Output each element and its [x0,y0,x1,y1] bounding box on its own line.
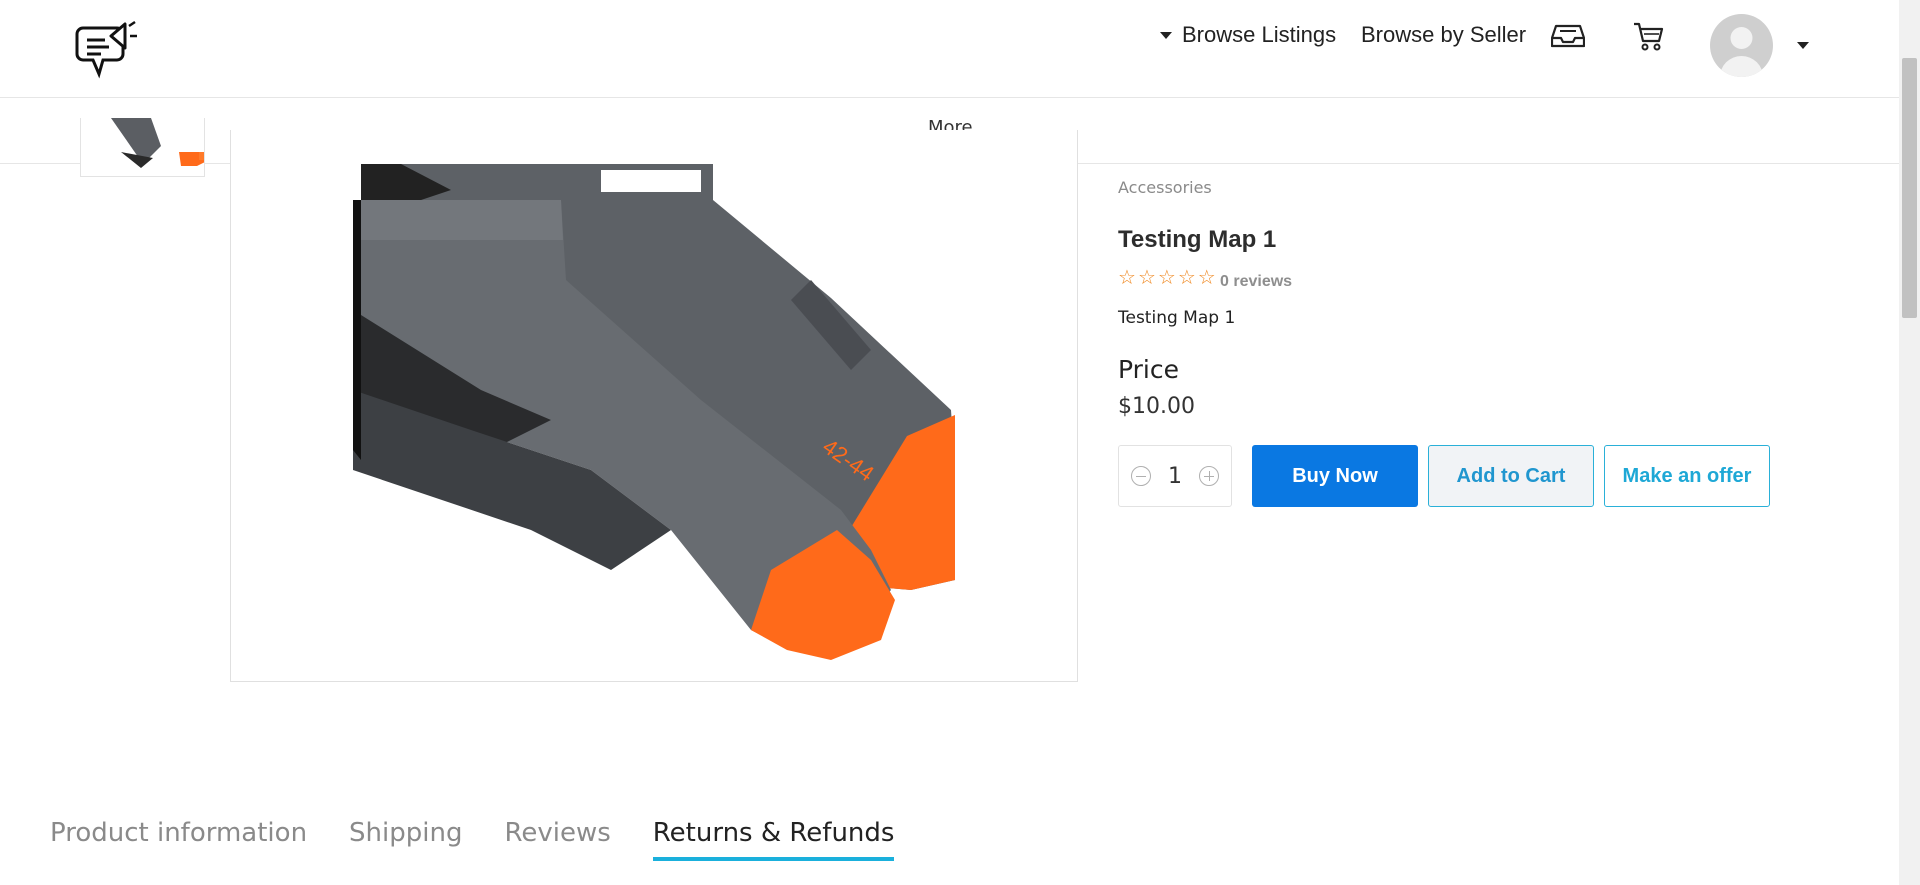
tab-reviews[interactable]: Reviews [504,818,610,858]
price-label: Price [1118,355,1179,384]
increase-quantity-button[interactable] [1199,466,1219,486]
caret-down-icon [1160,31,1172,39]
browse-by-seller-link[interactable]: Browse by Seller [1361,20,1526,50]
star-icon: ☆ [1118,267,1136,289]
inbox-icon[interactable] [1551,22,1585,50]
product-tabs: Product information Shipping Reviews Ret… [50,818,894,861]
reviews-count[interactable]: 0 reviews [1220,273,1292,291]
product-description: Testing Map 1 [1118,308,1236,328]
star-icon: ☆ [1177,267,1196,289]
star-icon: ☆ [1137,267,1156,289]
cart-icon[interactable] [1632,20,1664,52]
logo[interactable] [75,16,139,82]
rating-stars: ☆ ☆ ☆ ☆ ☆ [1118,268,1216,288]
tab-shipping[interactable]: Shipping [349,818,462,858]
make-offer-button[interactable]: Make an offer [1604,445,1770,507]
account-caret-down-icon[interactable] [1797,42,1809,49]
star-icon: ☆ [1157,267,1176,289]
tab-product-information[interactable]: Product information [50,818,307,858]
product-title: Testing Map 1 [1118,226,1277,253]
tab-returns-refunds[interactable]: Returns & Refunds [652,818,894,861]
star-icon: ☆ [1197,267,1216,289]
scrollbar-thumb[interactable] [1902,58,1917,318]
avatar[interactable] [1710,14,1773,77]
buy-now-button[interactable]: Buy Now [1252,445,1418,507]
sock-product-image[interactable]: 42-44 [231,130,1078,682]
product-thumbnail[interactable] [80,118,205,177]
quantity-value[interactable]: 1 [1168,464,1182,489]
top-navigation-bar: Browse Listings Browse by Seller [0,0,1899,98]
product-category[interactable]: Accessories [1118,178,1212,197]
product-image-frame: 42-44 [230,130,1078,682]
price-value: $10.00 [1118,394,1195,419]
quantity-stepper: 1 [1118,445,1232,507]
add-to-cart-button[interactable]: Add to Cart [1428,445,1594,507]
sock-thumbnail-image [81,118,204,176]
user-silhouette-icon [1720,27,1763,77]
browse-listings-menu[interactable]: Browse Listings [1160,20,1336,50]
browse-listings-label: Browse Listings [1182,22,1337,47]
decrease-quantity-button[interactable] [1131,466,1151,486]
